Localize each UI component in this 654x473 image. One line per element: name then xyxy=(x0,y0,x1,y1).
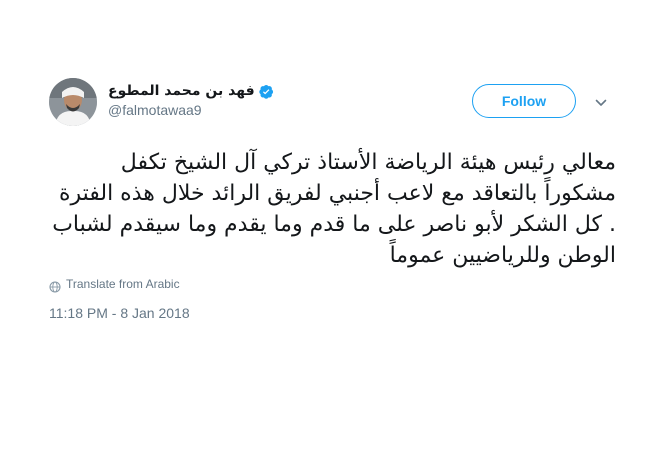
author-display-name[interactable]: فهد بن محمد المطوع xyxy=(108,83,255,99)
tweet-timestamp[interactable]: 11:18 PM - 8 Jan 2018 xyxy=(49,305,190,321)
tweet-text-line: معالي رئيس هيئة الرياضة الأستاذ تركي آل … xyxy=(120,150,616,175)
tweet-card: فهد بن محمد المطوع @falmotawaa9 Follow م… xyxy=(0,0,654,473)
tweet-text-line: الوطن وللرياضيين عموماً xyxy=(389,243,616,268)
name-row: فهد بن محمد المطوع xyxy=(108,81,468,101)
globe-icon xyxy=(49,278,61,293)
follow-button[interactable]: Follow xyxy=(472,84,576,118)
translate-label[interactable]: Translate from Arabic xyxy=(66,277,180,291)
tweet-text: معالي رئيس هيئة الرياضة الأستاذ تركي آل … xyxy=(52,147,616,271)
tweet-text-line: . كل الشكر لأبو ناصر على ما قدم وما يقدم… xyxy=(52,212,616,237)
tweet-text-line: مشكوراً بالتعاقد مع لاعب أجنبي لفريق الر… xyxy=(58,181,616,206)
verified-badge-icon xyxy=(258,84,274,99)
translate-link[interactable]: Translate from Arabic xyxy=(49,277,180,293)
author-handle[interactable]: @falmotawaa9 xyxy=(108,102,468,118)
author-info[interactable]: فهد بن محمد المطوع @falmotawaa9 xyxy=(108,81,468,118)
avatar[interactable] xyxy=(49,78,97,126)
chevron-down-icon[interactable] xyxy=(594,95,608,109)
